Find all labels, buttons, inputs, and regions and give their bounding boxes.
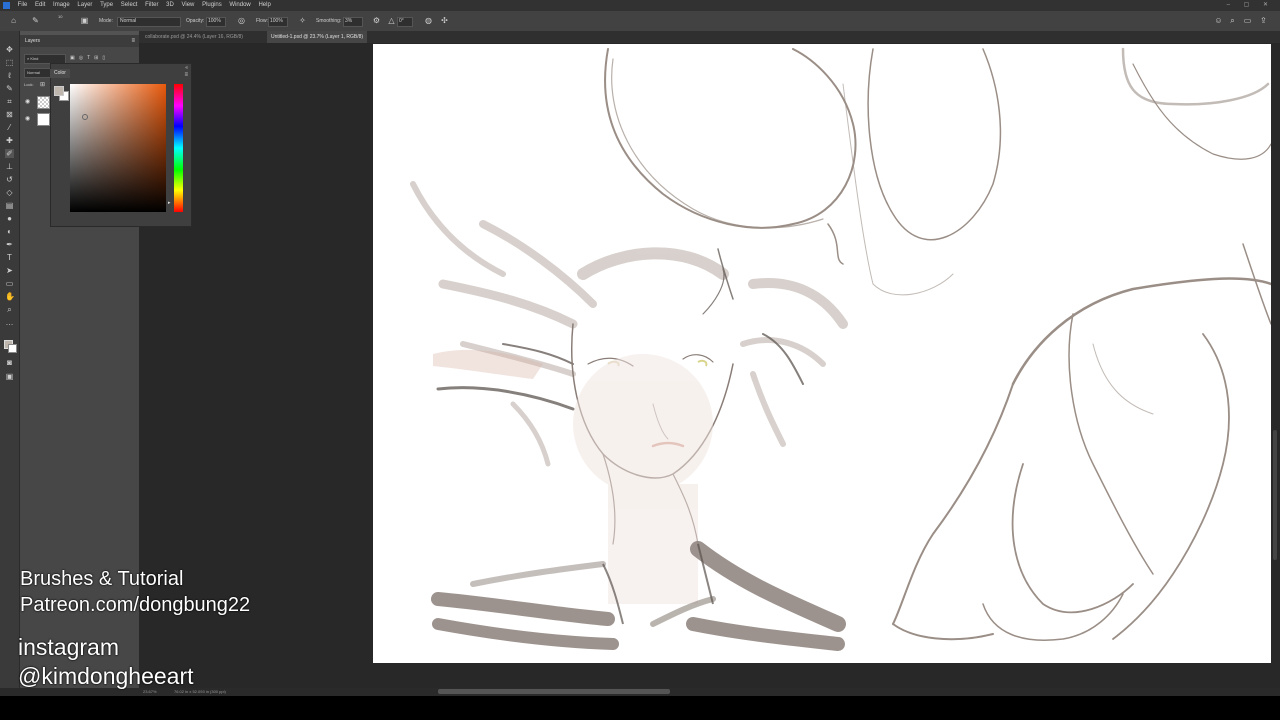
menu-window[interactable]: Window [226,0,253,11]
layer-thumbnail [37,96,50,109]
layers-panel-header: Layers ≡ [20,35,139,47]
crop-icon[interactable]: ⌗ [5,97,14,106]
path-select-icon[interactable]: ➤ [5,266,14,275]
flow-label: Flow: [256,18,268,24]
menu-3d[interactable]: 3D [163,0,177,11]
pen-icon[interactable]: ✒ [5,240,14,249]
menu-plugins[interactable]: Plugins [199,0,225,11]
options-bar: ⌂ ✎ 10 ▣ Mode: Normal Opacity: 100% ◎ Fl… [0,11,1280,32]
color-picker-marker[interactable] [82,114,88,120]
layer-filter-kind: Kind [30,56,39,61]
overlay-brushes-tutorial: Brushes & Tutorial [20,568,184,590]
search-icon: ⌕ [27,56,30,61]
move-icon[interactable]: ✥ [5,45,14,54]
opacity-label: Opacity: [186,18,205,24]
menu-layer[interactable]: Layer [74,0,95,11]
menu-bar: File Edit Image Layer Type Select Filter… [0,0,1280,11]
eye-icon[interactable]: ◉ [25,115,30,122]
overlay-instagram-handle: @kimdongheeart [18,663,194,689]
healing-icon[interactable]: ✚ [5,136,14,145]
panel-menu-icon[interactable]: ≡ [131,35,135,47]
share-icon[interactable]: ☺ [1214,16,1223,25]
color-panel-menu-icon[interactable]: ≡ [184,72,188,78]
pressure-opacity-icon[interactable]: ◎ [237,16,246,25]
flow-value: 100% [270,18,283,24]
foreground-color-chip[interactable] [54,86,64,96]
window-controls[interactable]: – ▢ ✕ [1227,0,1274,11]
color-panel-collapse-icon[interactable]: « [185,65,188,71]
vertical-scrollbar[interactable] [1273,430,1277,560]
horizontal-scrollbar[interactable] [438,689,670,694]
photoshop-logo-icon [3,2,10,9]
mode-label: Mode: [99,18,113,24]
tab-collaborate[interactable]: collaborate.psd @ 24.4% (Layer 16, RGB/8… [141,31,247,43]
share-arrow-icon[interactable]: ⇪ [1259,16,1268,25]
screenmode-icon[interactable]: ▣ [5,372,14,381]
tab-untitled[interactable]: Untitled-1.psd @ 23.7% (Layer 1, RGB/8) [267,31,368,43]
saturation-value-field[interactable] [70,84,166,212]
blend-mode-value: Normal [27,70,40,75]
menu-help[interactable]: Help [255,0,273,11]
menu-select[interactable]: Select [118,0,141,11]
pressure-size-icon[interactable]: ◍ [424,16,433,25]
gear-icon[interactable]: ⚙ [372,16,381,25]
brush-icon[interactable]: ✐ [5,149,14,158]
eyedropper-icon[interactable]: ⁄ [5,123,14,132]
sketch-artwork [410,47,1271,651]
type-icon[interactable]: T [5,253,14,262]
lock-label: Lock: [24,82,34,87]
home-icon[interactable]: ⌂ [9,16,18,25]
hue-slider-handle[interactable]: ▸ [168,200,171,206]
history-brush-icon[interactable]: ↺ [5,175,14,184]
shape-icon[interactable]: ▭ [5,279,14,288]
hand-icon[interactable]: ✋ [5,292,15,301]
document-canvas[interactable] [373,44,1271,663]
eye-icon[interactable]: ◉ [25,98,30,105]
smoothing-label: Smoothing: [316,18,342,24]
brush-size-value[interactable]: 10 [58,7,62,27]
opacity-value: 100% [208,18,221,24]
mode-value: Normal [120,18,137,24]
menu-filter[interactable]: Filter [142,0,161,11]
hue-slider[interactable] [174,84,183,212]
document-tabs: collaborate.psd @ 24.4% (Layer 16, RGB/8… [139,31,1280,43]
layers-panel-title[interactable]: Layers [25,38,40,44]
lock-transparent-icon[interactable]: ⊞ [40,81,45,88]
menu-type[interactable]: Type [97,0,116,11]
smoothing-value: 3% [345,18,353,24]
blend-mode-select[interactable]: Normal [24,68,52,78]
brush-preset-icon[interactable]: ✎ [31,16,40,25]
search-icon[interactable]: ⌕ [1228,16,1237,25]
background-swatch[interactable] [8,344,17,353]
quick-select-icon[interactable]: ✎ [5,84,14,93]
dodge-icon[interactable]: ◐ [5,227,14,236]
angle-icon[interactable]: △ [387,16,396,25]
quickmask-icon[interactable]: ◙ [5,358,14,367]
layer-thumbnail [37,113,50,126]
gradient-icon[interactable]: ▤ [5,201,14,210]
angle-value: 0° [399,18,404,24]
menu-view[interactable]: View [178,0,197,11]
symmetry-icon[interactable]: ✣ [440,16,449,25]
airbrush-icon[interactable]: ✧ [298,16,307,25]
zoom-icon[interactable]: ⌕ [5,305,14,314]
overlay-instagram: instagram [18,634,119,660]
overlay-patreon: Patreon.com/dongbung22 [20,594,251,616]
color-panel-title[interactable]: Color [50,69,70,78]
workspace-icon[interactable]: ▭ [1243,16,1252,25]
frame-icon[interactable]: ⊠ [5,110,14,119]
layer-filter-icons[interactable]: ▣◎T⊞▯ [70,55,109,61]
menu-edit[interactable]: Edit [32,0,48,11]
lasso-icon[interactable]: ℓ [5,71,14,80]
marquee-icon[interactable]: ⬚ [5,58,14,67]
blur-icon[interactable]: ● [5,214,14,223]
eraser-icon[interactable]: ◇ [5,188,14,197]
more-icon[interactable]: … [5,318,14,327]
menu-file[interactable]: File [15,0,31,11]
brush-settings-icon[interactable]: ▣ [80,16,89,25]
stamp-icon[interactable]: ⊥ [5,162,14,171]
